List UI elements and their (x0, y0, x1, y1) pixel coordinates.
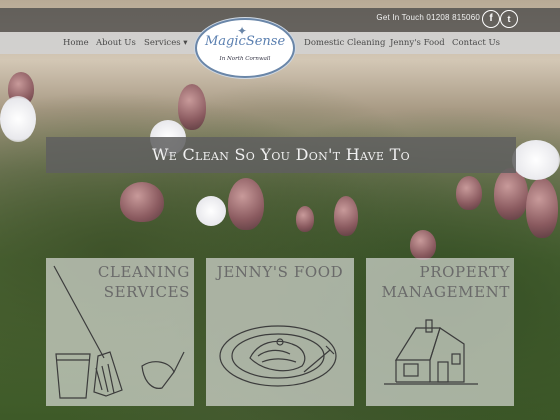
facebook-icon[interactable]: f (482, 10, 500, 28)
flower-bud (120, 182, 164, 222)
card-title-line2: SERVICES (103, 283, 190, 301)
flower-bud (410, 230, 436, 260)
contact-phone-text[interactable]: Get In Touch 01208 815060 (376, 13, 480, 22)
flower-bud (296, 206, 314, 232)
twitter-icon[interactable]: t (500, 10, 518, 28)
card-title: PROPERTY MANAGEMENT (381, 262, 510, 302)
flower-bud (334, 196, 358, 236)
card-title-line1: JENNY'S FOOD (216, 263, 344, 281)
card-title: CLEANING SERVICES (98, 262, 190, 302)
card-cleaning-services[interactable]: CLEANING SERVICES (46, 258, 194, 406)
hero-tagline: We Clean So You Don't Have To (152, 145, 410, 164)
logo-subtitle: In North Cornwall (219, 56, 271, 62)
nav-contact-us[interactable]: Contact Us (452, 38, 500, 48)
white-flower (0, 96, 36, 142)
card-property-management[interactable]: PROPERTY MANAGEMENT (366, 258, 514, 406)
card-title-line2: MANAGEMENT (381, 283, 510, 301)
white-flower (196, 196, 226, 226)
nav-about-us[interactable]: About Us (96, 38, 136, 48)
nav-jennys-food[interactable]: Jenny's Food (390, 38, 445, 48)
flower-bud (228, 178, 264, 230)
site-logo[interactable]: ✦ MagicSense In North Cornwall (195, 18, 295, 78)
nav-services-dropdown[interactable]: Services ▾ (144, 38, 188, 48)
white-flower (512, 140, 560, 180)
nav-domestic-cleaning[interactable]: Domestic Cleaning (304, 38, 385, 48)
flower-bud (456, 176, 482, 210)
nav-home[interactable]: Home (63, 38, 89, 48)
logo-brand-text: MagicSense (205, 34, 286, 49)
flower-bud (178, 84, 206, 130)
flower-bud (526, 178, 558, 238)
card-title: JENNY'S FOOD (208, 262, 352, 282)
card-jennys-food[interactable]: JENNY'S FOOD (206, 258, 354, 406)
hero-banner: We Clean So You Don't Have To (46, 137, 516, 173)
card-title-line1: PROPERTY (419, 263, 510, 281)
card-title-line1: CLEANING (97, 263, 190, 281)
